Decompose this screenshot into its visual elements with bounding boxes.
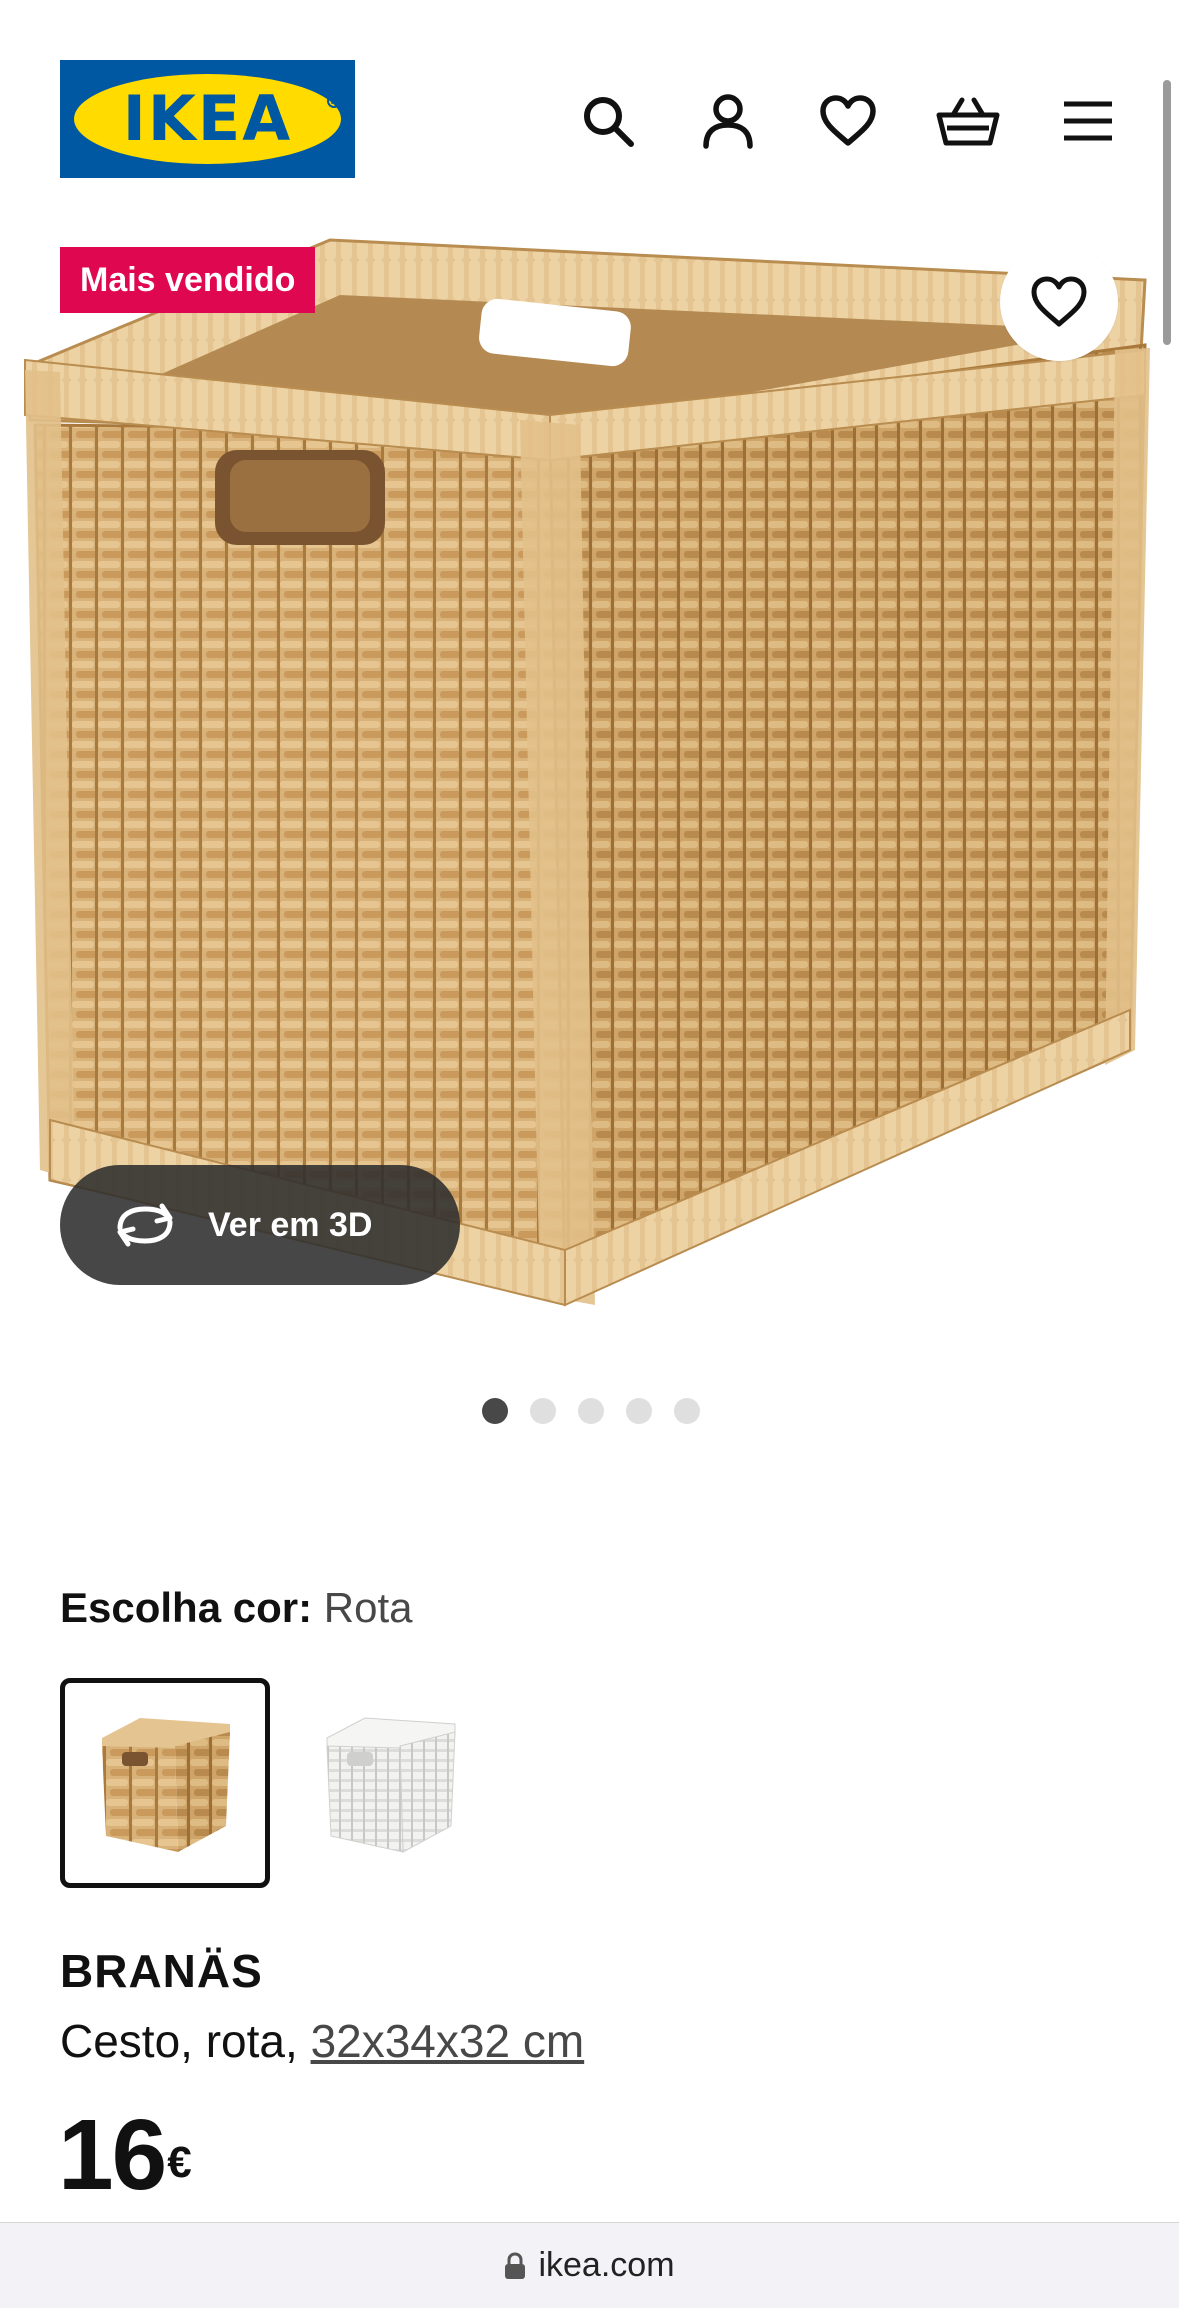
rotate-3d-icon <box>117 1203 173 1247</box>
ikea-logo[interactable]: IKEA R <box>60 60 355 178</box>
carousel-dot[interactable] <box>578 1398 604 1424</box>
carousel-dot[interactable] <box>674 1398 700 1424</box>
carousel-dot[interactable] <box>482 1398 508 1424</box>
white-basket-thumbnail <box>326 1717 456 1853</box>
user-icon[interactable] <box>695 88 761 154</box>
registered-mark: R <box>327 94 341 108</box>
color-chooser-label: Escolha cor: Rota <box>60 1582 412 1634</box>
price-value: 16 <box>58 2099 167 2211</box>
browser-address-bar[interactable]: ikea.com <box>0 2222 1179 2308</box>
basket-icon[interactable] <box>935 88 1001 154</box>
product-price: 16€ <box>58 2099 192 2211</box>
color-label: Escolha cor: <box>60 1584 313 1631</box>
search-icon[interactable] <box>575 88 641 154</box>
lock-icon <box>505 2251 526 2279</box>
rattan-basket-thumbnail <box>102 1718 230 1852</box>
add-to-favourites-button[interactable] <box>1000 243 1118 361</box>
view-in-3d-label: Ver em 3D <box>208 1205 373 1244</box>
heart-icon[interactable] <box>815 88 881 154</box>
site-header: IKEA R <box>0 0 1179 210</box>
product-name: BRANÄS <box>60 1945 263 1997</box>
carousel-pagination <box>482 1398 700 1424</box>
product-description: Cesto, rota, 32x34x32 cm <box>60 2014 584 2068</box>
logo-text: IKEA <box>122 82 293 155</box>
price-currency: € <box>167 2138 192 2187</box>
heart-icon <box>1031 276 1087 327</box>
color-option-rattan[interactable] <box>60 1678 270 1888</box>
product-type: Cesto, rota, <box>60 2015 311 2067</box>
color-option-white[interactable] <box>285 1678 495 1888</box>
carousel-dot[interactable] <box>530 1398 556 1424</box>
view-in-3d-button[interactable]: Ver em 3D <box>60 1165 460 1285</box>
color-value: Rota <box>323 1584 413 1631</box>
url-text: ikea.com <box>538 2246 675 2284</box>
best-seller-badge: Mais vendido <box>60 247 316 313</box>
product-image-carousel[interactable]: Mais vendido Ver em 3D <box>0 220 1179 1340</box>
product-dimensions-link[interactable]: 32x34x32 cm <box>311 2015 585 2067</box>
carousel-dot[interactable] <box>626 1398 652 1424</box>
menu-icon[interactable] <box>1055 88 1121 154</box>
